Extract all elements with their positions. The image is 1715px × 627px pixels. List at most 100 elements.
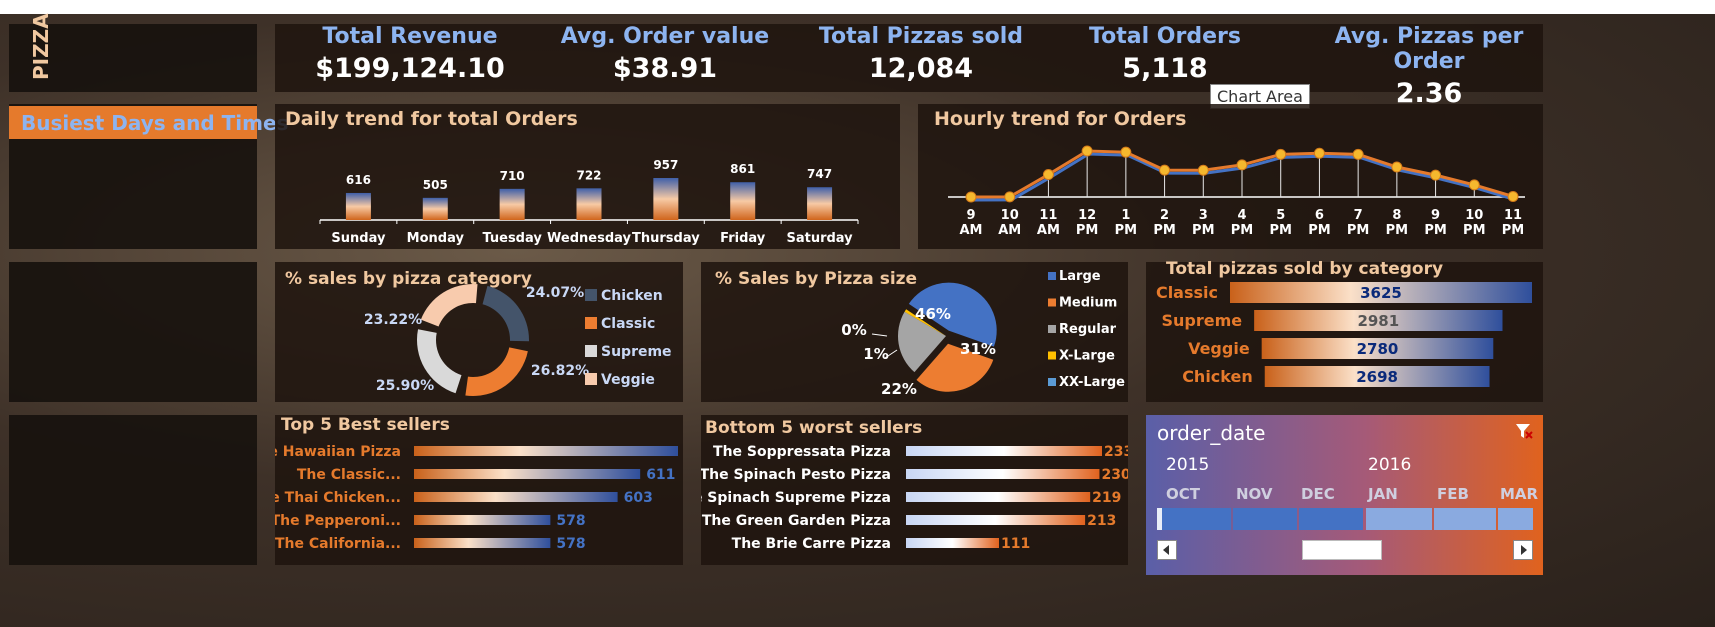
bar (807, 187, 833, 220)
tick-label: 12 PM (1076, 208, 1098, 238)
legend-label: X-Large (1059, 349, 1115, 364)
category-sales-panel[interactable]: % sales by pizza category 24.07% Chicken 2… (275, 262, 683, 402)
kpi-value: 5,118 (1122, 53, 1208, 84)
slicer-cell-nov[interactable] (1233, 508, 1297, 530)
tick-label: 6 PM (1308, 208, 1330, 238)
daily-trend-panel[interactable]: Daily trend for total Orders 616 Sunday 50… (275, 104, 900, 249)
bar (906, 469, 1100, 479)
busiest-days-button[interactable]: Busiest Days and Times (9, 106, 288, 139)
daily-trend-chart: 616 Sunday 505 Monday 710 Tuesday 722 Wednesday… (319, 158, 859, 246)
tick-label: Sunday (331, 231, 386, 246)
data-label: 611 (646, 467, 675, 483)
bar (653, 178, 679, 220)
size-sales-panel[interactable]: % Sales by Pizza size 46% 31% 22% 1% 0% Large… (701, 262, 1128, 402)
slicer-cell-feb[interactable] (1434, 508, 1496, 530)
data-label: 233 (1104, 444, 1128, 460)
data-label: 603 (624, 490, 653, 506)
left-blank-panel-1 (9, 262, 257, 402)
busiest-days-label: Busiest Days and Times (21, 111, 289, 135)
tick-label: 9 AM (960, 208, 983, 238)
legend-swatch (585, 317, 597, 329)
kpi-avg-order-value: Avg. Order value $38.91 (555, 24, 775, 84)
data-label: 747 (807, 167, 832, 181)
bar (414, 446, 678, 456)
data-label: 26.82% (531, 363, 589, 379)
bar (906, 492, 1091, 502)
tick-label: Thursday (632, 231, 700, 246)
scroll-left-button[interactable] (1157, 540, 1177, 560)
doughnut-slice (482, 285, 529, 342)
tick-label: 2 PM (1153, 208, 1175, 238)
slicer-title: order_date (1157, 421, 1266, 445)
data-label: 722 (576, 168, 601, 182)
bar (422, 197, 448, 220)
data-label: 616 (346, 173, 371, 187)
leader-line (871, 333, 888, 337)
tick-label: The Green Garden Pizza (702, 513, 891, 529)
kpi-label: Total Orders (1089, 24, 1241, 49)
slicer-selection-handle[interactable] (1157, 508, 1162, 530)
data-label: 1% (863, 345, 888, 363)
data-point (1430, 169, 1442, 181)
data-label: 710 (500, 169, 525, 183)
tick-label: The Pepperoni... (275, 513, 401, 529)
data-point (1120, 146, 1132, 158)
data-point (1004, 191, 1016, 203)
slicer-cell-jan[interactable] (1366, 508, 1432, 530)
legend-label: Medium (1059, 296, 1117, 311)
legend-label: Chicken (601, 288, 663, 304)
worst-sellers-chart: 233 The Soppressata Pizza 230 The Spinach P… (701, 444, 1128, 552)
top-sellers-panel[interactable]: Top 5 Best sellers 624The Hawaiian Pizza… (275, 415, 683, 565)
left-blank-panel-2 (9, 415, 257, 565)
slicer-year-2016: 2016 (1368, 455, 1412, 475)
clear-filter-icon[interactable] (1514, 421, 1534, 441)
data-label: 0% (841, 321, 866, 339)
kpi-label: Avg. Pizzas per Order (1334, 24, 1524, 74)
tick-label: 9 PM (1424, 208, 1446, 238)
data-point (1159, 164, 1171, 176)
bar (906, 538, 999, 548)
tick-label: 5 PM (1269, 208, 1291, 238)
data-point (965, 191, 977, 203)
bar (345, 192, 371, 220)
legend-label: Regular (1059, 322, 1117, 337)
pizzas-by-category-chart: 3625 Classic 2981 Supreme 2780 Veggie 2698 Chic… (1156, 282, 1532, 387)
kpi-total-orders: Total Orders 5,118 (1060, 24, 1270, 84)
data-point (1507, 190, 1519, 202)
tick-label: The Spinach Pesto Pizza (701, 467, 891, 483)
slicer-cell-oct[interactable] (1157, 508, 1231, 530)
legend-swatch (585, 345, 597, 357)
data-point (1236, 159, 1248, 171)
data-label: 219 (1092, 490, 1121, 506)
hourly-trend-panel[interactable]: Hourly trend for Orders 9 AM 10 AM 11 AM 12 PM 1… (918, 104, 1543, 249)
scroll-thumb[interactable] (1302, 540, 1382, 560)
slicer-month-mar: MAR (1500, 485, 1539, 503)
nav-panel: Busiest Days and Times (9, 104, 288, 249)
tick-label: 11 AM (1037, 208, 1060, 238)
legend-label: Veggie (601, 372, 655, 388)
tick-label: The Thai Chicken... (275, 490, 401, 506)
bar (414, 492, 618, 502)
slicer-cell-dec[interactable] (1299, 508, 1363, 530)
slicer-cell-mar[interactable] (1498, 508, 1533, 530)
tick-label: 8 PM (1386, 208, 1408, 238)
kpi-value: $199,124.10 (315, 53, 505, 84)
slicer-month-feb: FEB (1437, 485, 1469, 503)
order-date-slicer[interactable]: order_date 2015 2016 OCT NOV DEC JAN FEB… (1146, 415, 1543, 575)
kpi-value: 12,084 (868, 53, 974, 84)
bar (906, 446, 1102, 456)
worst-sellers-panel[interactable]: Bottom 5 worst sellers 233The Soppressat… (701, 415, 1128, 565)
legend-swatch (1048, 378, 1056, 386)
size-pie-chart: 46% 31% 22% 1% 0% Large Medium Regular X-Large XX… (841, 269, 1125, 398)
scroll-right-button[interactable] (1513, 540, 1533, 560)
data-label: 230 (1101, 467, 1128, 483)
doughnut-slice (420, 284, 478, 327)
kpi-label: Total Pizzas sold (818, 24, 1024, 49)
tick-label: Tuesday (482, 231, 542, 246)
slicer-month-oct: OCT (1166, 485, 1200, 503)
data-label: 578 (556, 536, 585, 552)
pizzas-by-category-panel[interactable]: Total pizzas sold by category 3625 Classi… (1146, 259, 1543, 402)
legend-label: Large (1059, 269, 1101, 284)
data-point (1081, 145, 1093, 157)
bar (730, 182, 756, 220)
